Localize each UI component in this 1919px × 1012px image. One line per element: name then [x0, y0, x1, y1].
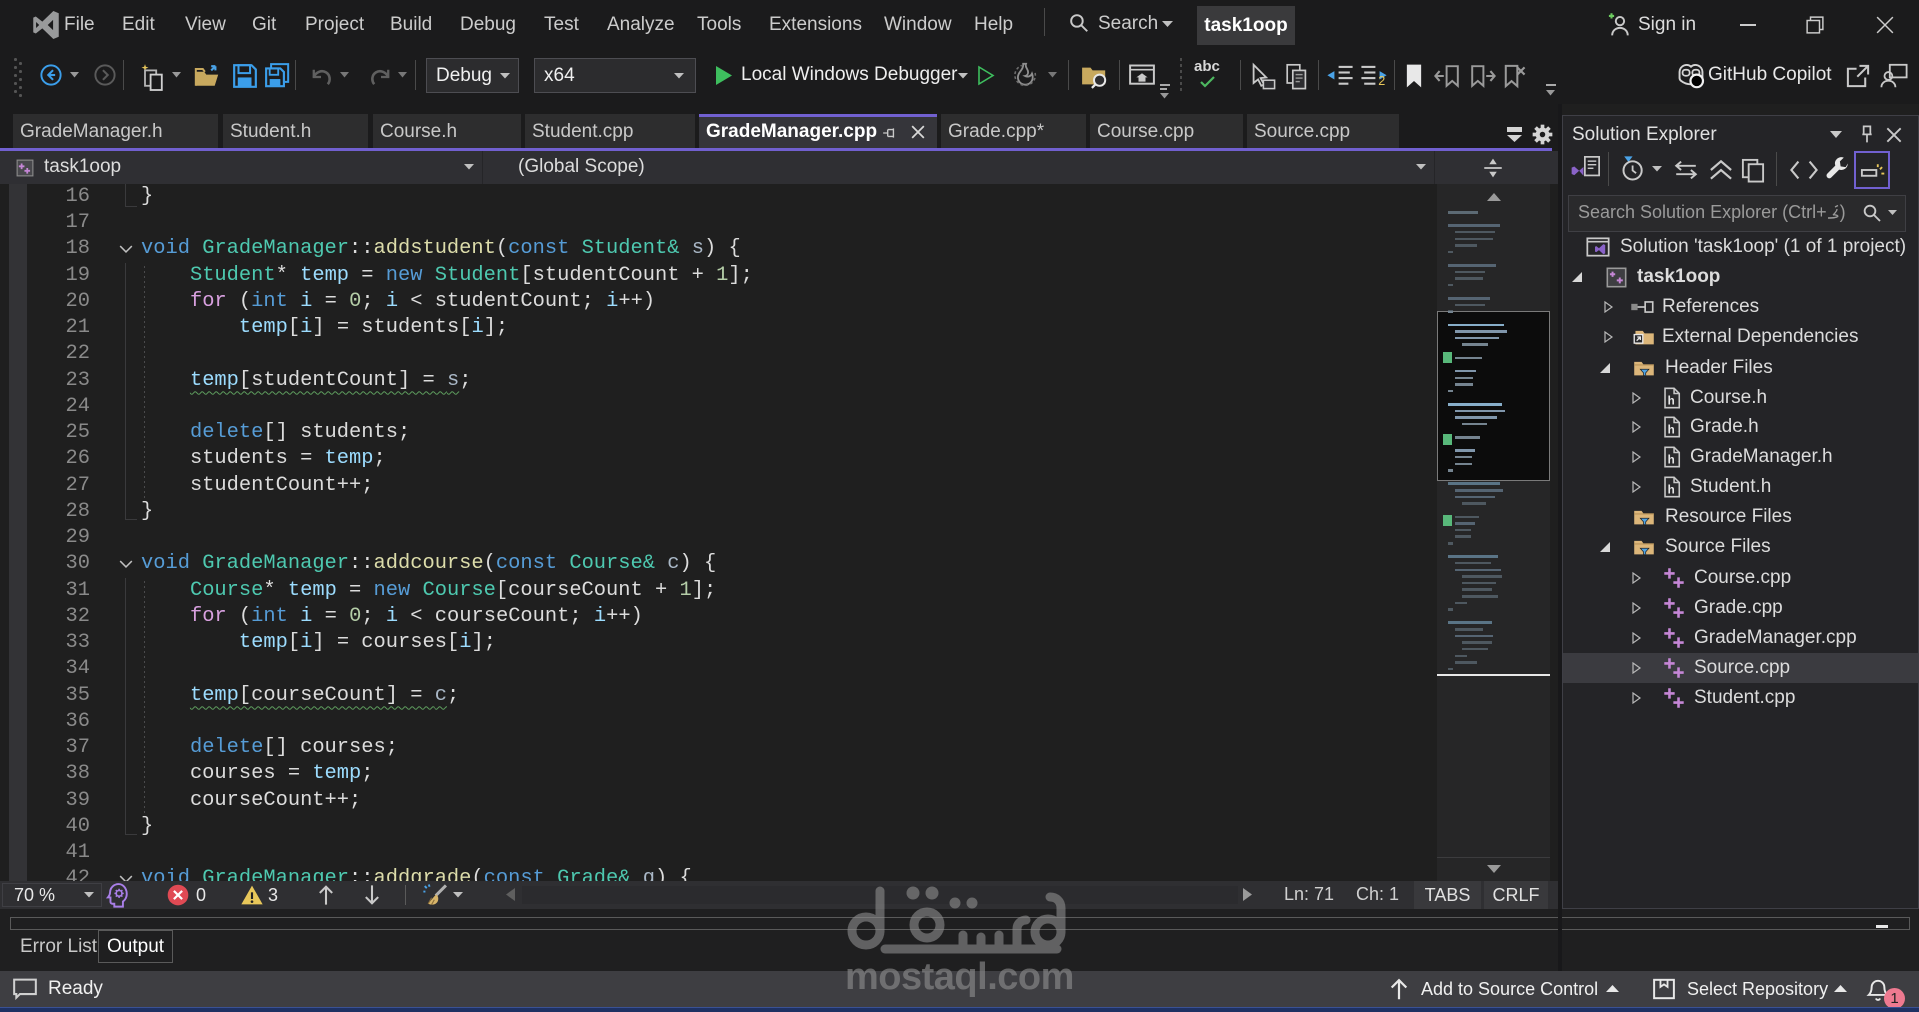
svg-text:h: h [1668, 423, 1675, 436]
svg-text:h: h [1668, 394, 1675, 407]
svg-text:h: h [1668, 483, 1675, 496]
svg-text:2: 2 [1378, 74, 1385, 88]
svg-text:h: h [1668, 453, 1675, 466]
